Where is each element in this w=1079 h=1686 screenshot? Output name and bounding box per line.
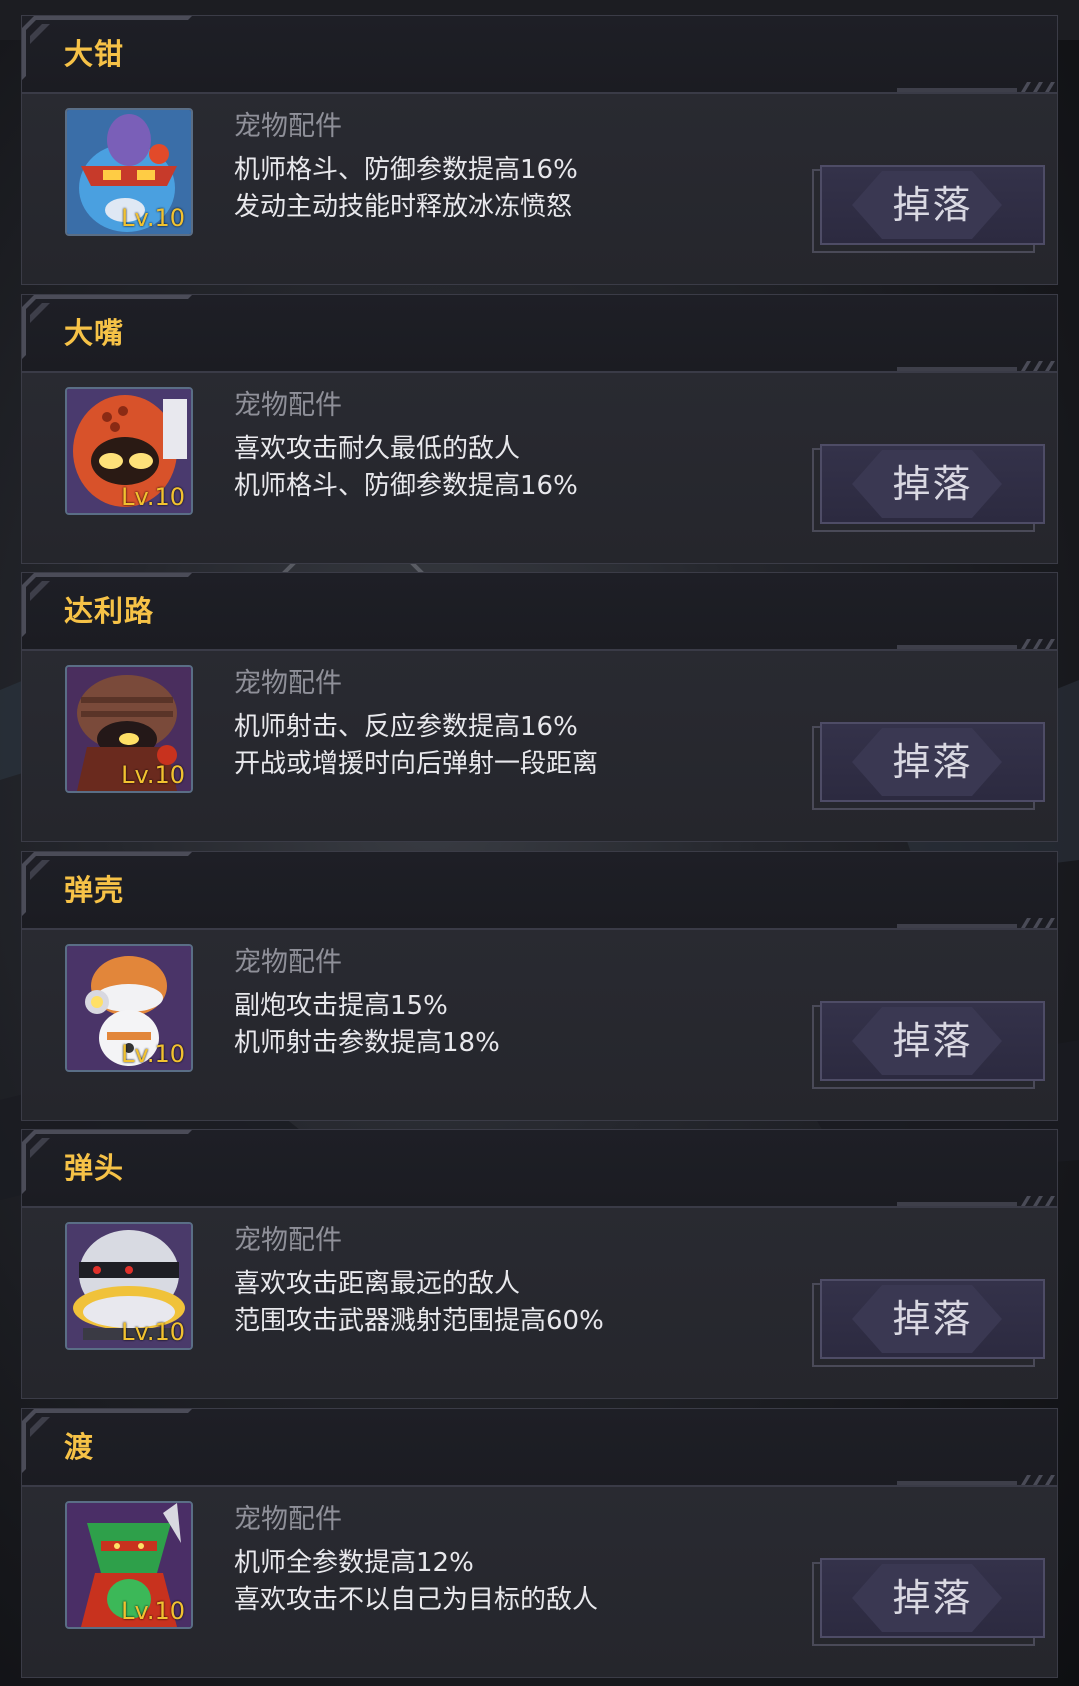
pet-desc-line: 喜欢攻击耐久最低的敌人 [234,433,521,464]
pet-portrait: Lv.10 [65,108,193,236]
pet-description: 喜欢攻击距离最远的敌人 范围攻击武器溅射范围提高60% [234,1266,604,1340]
drop-button[interactable]: 掉落 [812,165,1045,253]
pet-description: 机师全参数提高12% 喜欢攻击不以自己为目标的敌人 [234,1545,598,1619]
pet-name: 达利路 [64,594,155,628]
pet-desc-line: 开战或增援时向后弹射一段距离 [234,749,599,779]
pet-level: Lv.10 [121,204,185,232]
pet-name: 弹壳 [64,872,125,907]
pet-portrait: Lv.10 [65,1222,193,1350]
drop-button[interactable]: 掉落 [812,1000,1045,1089]
pet-card: 弹壳 Lv.10 宠物配件 副炮攻击提高15% 机师射击参数提高18% 掉落 [21,850,1058,1121]
pet-desc-line: 喜欢攻击不以自己为目标的敌人 [234,1584,599,1615]
drop-button[interactable]: 掉落 [812,443,1045,532]
pet-desc-line: 范围攻击武器溅射范围提高60% [234,1306,604,1336]
drop-button[interactable]: 掉落 [812,722,1045,810]
pet-desc-line: 机师格斗、防御参数提高16% [234,470,578,501]
pet-level: Lv.10 [121,1596,185,1625]
pet-card: 大钳 Lv.10 宠物配件 机师格斗、防御参数提高16% 发动主动技能时释放冰冻… [21,15,1058,285]
pet-name: 大嘴 [64,315,125,350]
card-body: Lv.10 宠物配件 机师格斗、防御参数提高16% 发动主动技能时释放冰冻愤怒 … [22,94,1057,284]
drop-button-label: 掉落 [892,1297,973,1341]
drop-button-label: 掉落 [892,461,973,506]
pet-portrait: Lv.10 [65,665,193,793]
header-stripe-deco [897,360,1055,371]
pet-desc-line: 副炮攻击提高15% [234,990,448,1021]
pet-category: 宠物配件 [234,946,342,978]
card-body: Lv.10 宠物配件 机师射击、反应参数提高16% 开战或增援时向后弹射一段距离… [22,651,1057,841]
card-header: 大嘴 [22,294,1057,373]
drop-button[interactable]: 掉落 [812,1279,1045,1367]
drop-button-label: 掉落 [892,1018,973,1063]
pet-category: 宠物配件 [234,668,342,699]
card-header: 达利路 [22,573,1057,651]
pet-accessory-list: 大钳 Lv.10 宠物配件 机师格斗、防御参数提高16% 发动主动技能时释放冰冻… [21,15,1058,1686]
header-corner-deco [22,1408,192,1473]
header-stripe-deco [897,1474,1055,1485]
header-stripe-deco [897,82,1055,92]
pet-desc-line: 机师射击、反应参数提高16% [234,712,578,742]
card-header: 弹头 [22,1130,1057,1208]
pet-description: 机师射击、反应参数提高16% 开战或增援时向后弹射一段距离 [234,709,598,783]
pet-portrait: Lv.10 [65,386,193,515]
pet-description: 喜欢攻击耐久最低的敌人 机师格斗、防御参数提高16% [234,431,578,505]
header-stripe-deco [897,639,1055,649]
drop-button[interactable]: 掉落 [812,1557,1045,1646]
pet-name: 大钳 [64,37,125,71]
card-header: 渡 [22,1408,1057,1487]
card-body: Lv.10 宠物配件 机师全参数提高12% 喜欢攻击不以自己为目标的敌人 掉落 [22,1486,1057,1677]
pet-card: 大嘴 Lv.10 宠物配件 喜欢攻击耐久最低的敌人 机师格斗、防御参数提高16%… [21,293,1058,564]
pet-level: Lv.10 [121,482,185,511]
pet-name: 渡 [64,1429,95,1464]
card-header: 大钳 [22,16,1057,94]
card-body: Lv.10 宠物配件 副炮攻击提高15% 机师射击参数提高18% 掉落 [22,929,1057,1120]
pet-card: 弹头 Lv.10 宠物配件 喜欢攻击距离最远的敌人 范围攻击武器溅射范围提高60… [21,1129,1058,1399]
header-stripe-deco [897,1196,1055,1206]
card-body: Lv.10 宠物配件 喜欢攻击距离最远的敌人 范围攻击武器溅射范围提高60% 掉… [22,1208,1057,1398]
drop-button-label: 掉落 [892,183,973,227]
drop-button-label: 掉落 [892,1575,973,1620]
pet-desc-line: 机师全参数提高12% [234,1547,474,1578]
pet-category: 宠物配件 [234,1225,342,1256]
pet-description: 副炮攻击提高15% 机师射击参数提高18% [234,988,500,1062]
pet-card: 达利路 Lv.10 宠物配件 机师射击、反应参数提高16% 开战或增援时向后弹射… [21,572,1058,842]
pet-portrait: Lv.10 [65,1500,193,1629]
pet-desc-line: 发动主动技能时释放冰冻愤怒 [234,192,573,222]
pet-category: 宠物配件 [234,111,342,142]
pet-category: 宠物配件 [234,1503,342,1535]
header-stripe-deco [897,917,1055,928]
pet-portrait: Lv.10 [65,943,193,1072]
pet-desc-line: 机师射击参数提高18% [234,1027,500,1058]
card-body: Lv.10 宠物配件 喜欢攻击耐久最低的敌人 机师格斗、防御参数提高16% 掉落 [22,372,1057,563]
pet-card: 渡 Lv.10 宠物配件 机师全参数提高12% 喜欢攻击不以自己为目标的敌人 掉… [21,1407,1058,1678]
pet-level: Lv.10 [121,1039,185,1068]
pet-description: 机师格斗、防御参数提高16% 发动主动技能时释放冰冻愤怒 [234,152,578,226]
pet-desc-line: 机师格斗、防御参数提高16% [234,155,578,185]
pet-level: Lv.10 [121,761,185,789]
pet-category: 宠物配件 [234,389,342,421]
drop-button-label: 掉落 [892,740,973,784]
pet-name: 弹头 [64,1151,125,1185]
pet-desc-line: 喜欢攻击距离最远的敌人 [234,1269,521,1299]
card-header: 弹壳 [22,851,1057,930]
pet-level: Lv.10 [121,1318,185,1346]
